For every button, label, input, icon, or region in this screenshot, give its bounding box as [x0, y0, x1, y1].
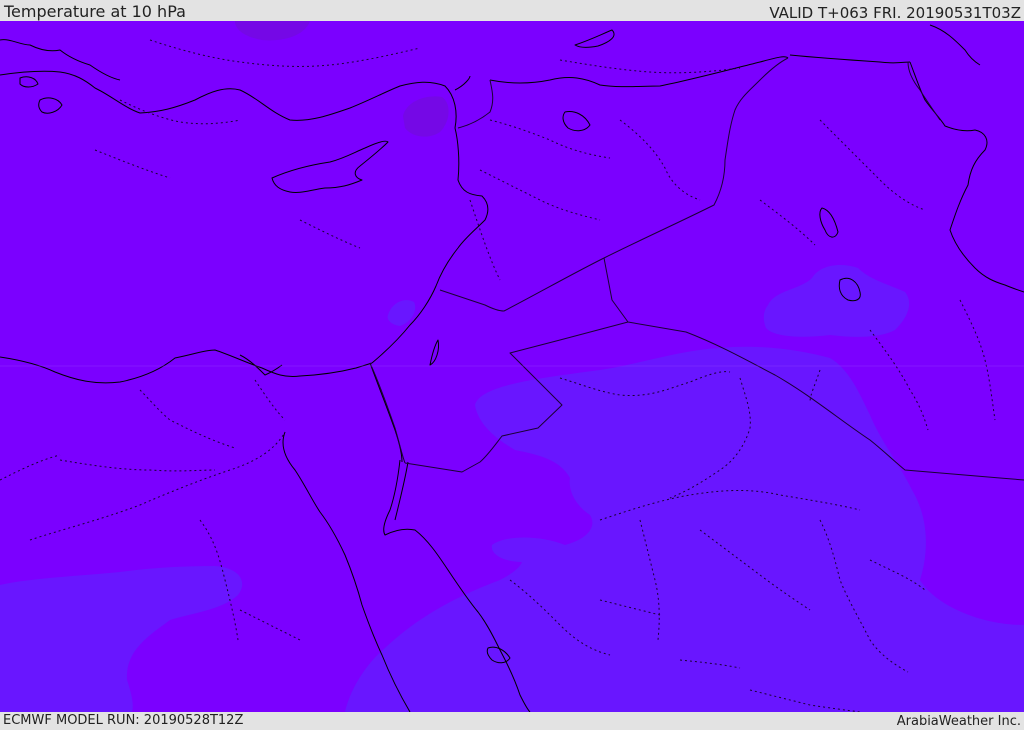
header-bar: Temperature at 10 hPa VALID T+063 FRI. 2…: [0, 0, 1024, 21]
map-title: Temperature at 10 hPa: [4, 2, 186, 21]
weather-map[interactable]: [0, 21, 1024, 712]
footer-bar: ECMWF MODEL RUN: 20190528T12Z ArabiaWeat…: [0, 712, 1024, 729]
valid-time: VALID T+063 FRI. 20190531T03Z: [769, 4, 1021, 22]
map-canvas: [0, 21, 1024, 712]
model-run: ECMWF MODEL RUN: 20190528T12Z: [3, 713, 244, 728]
credit-label: ArabiaWeather Inc.: [896, 714, 1021, 729]
